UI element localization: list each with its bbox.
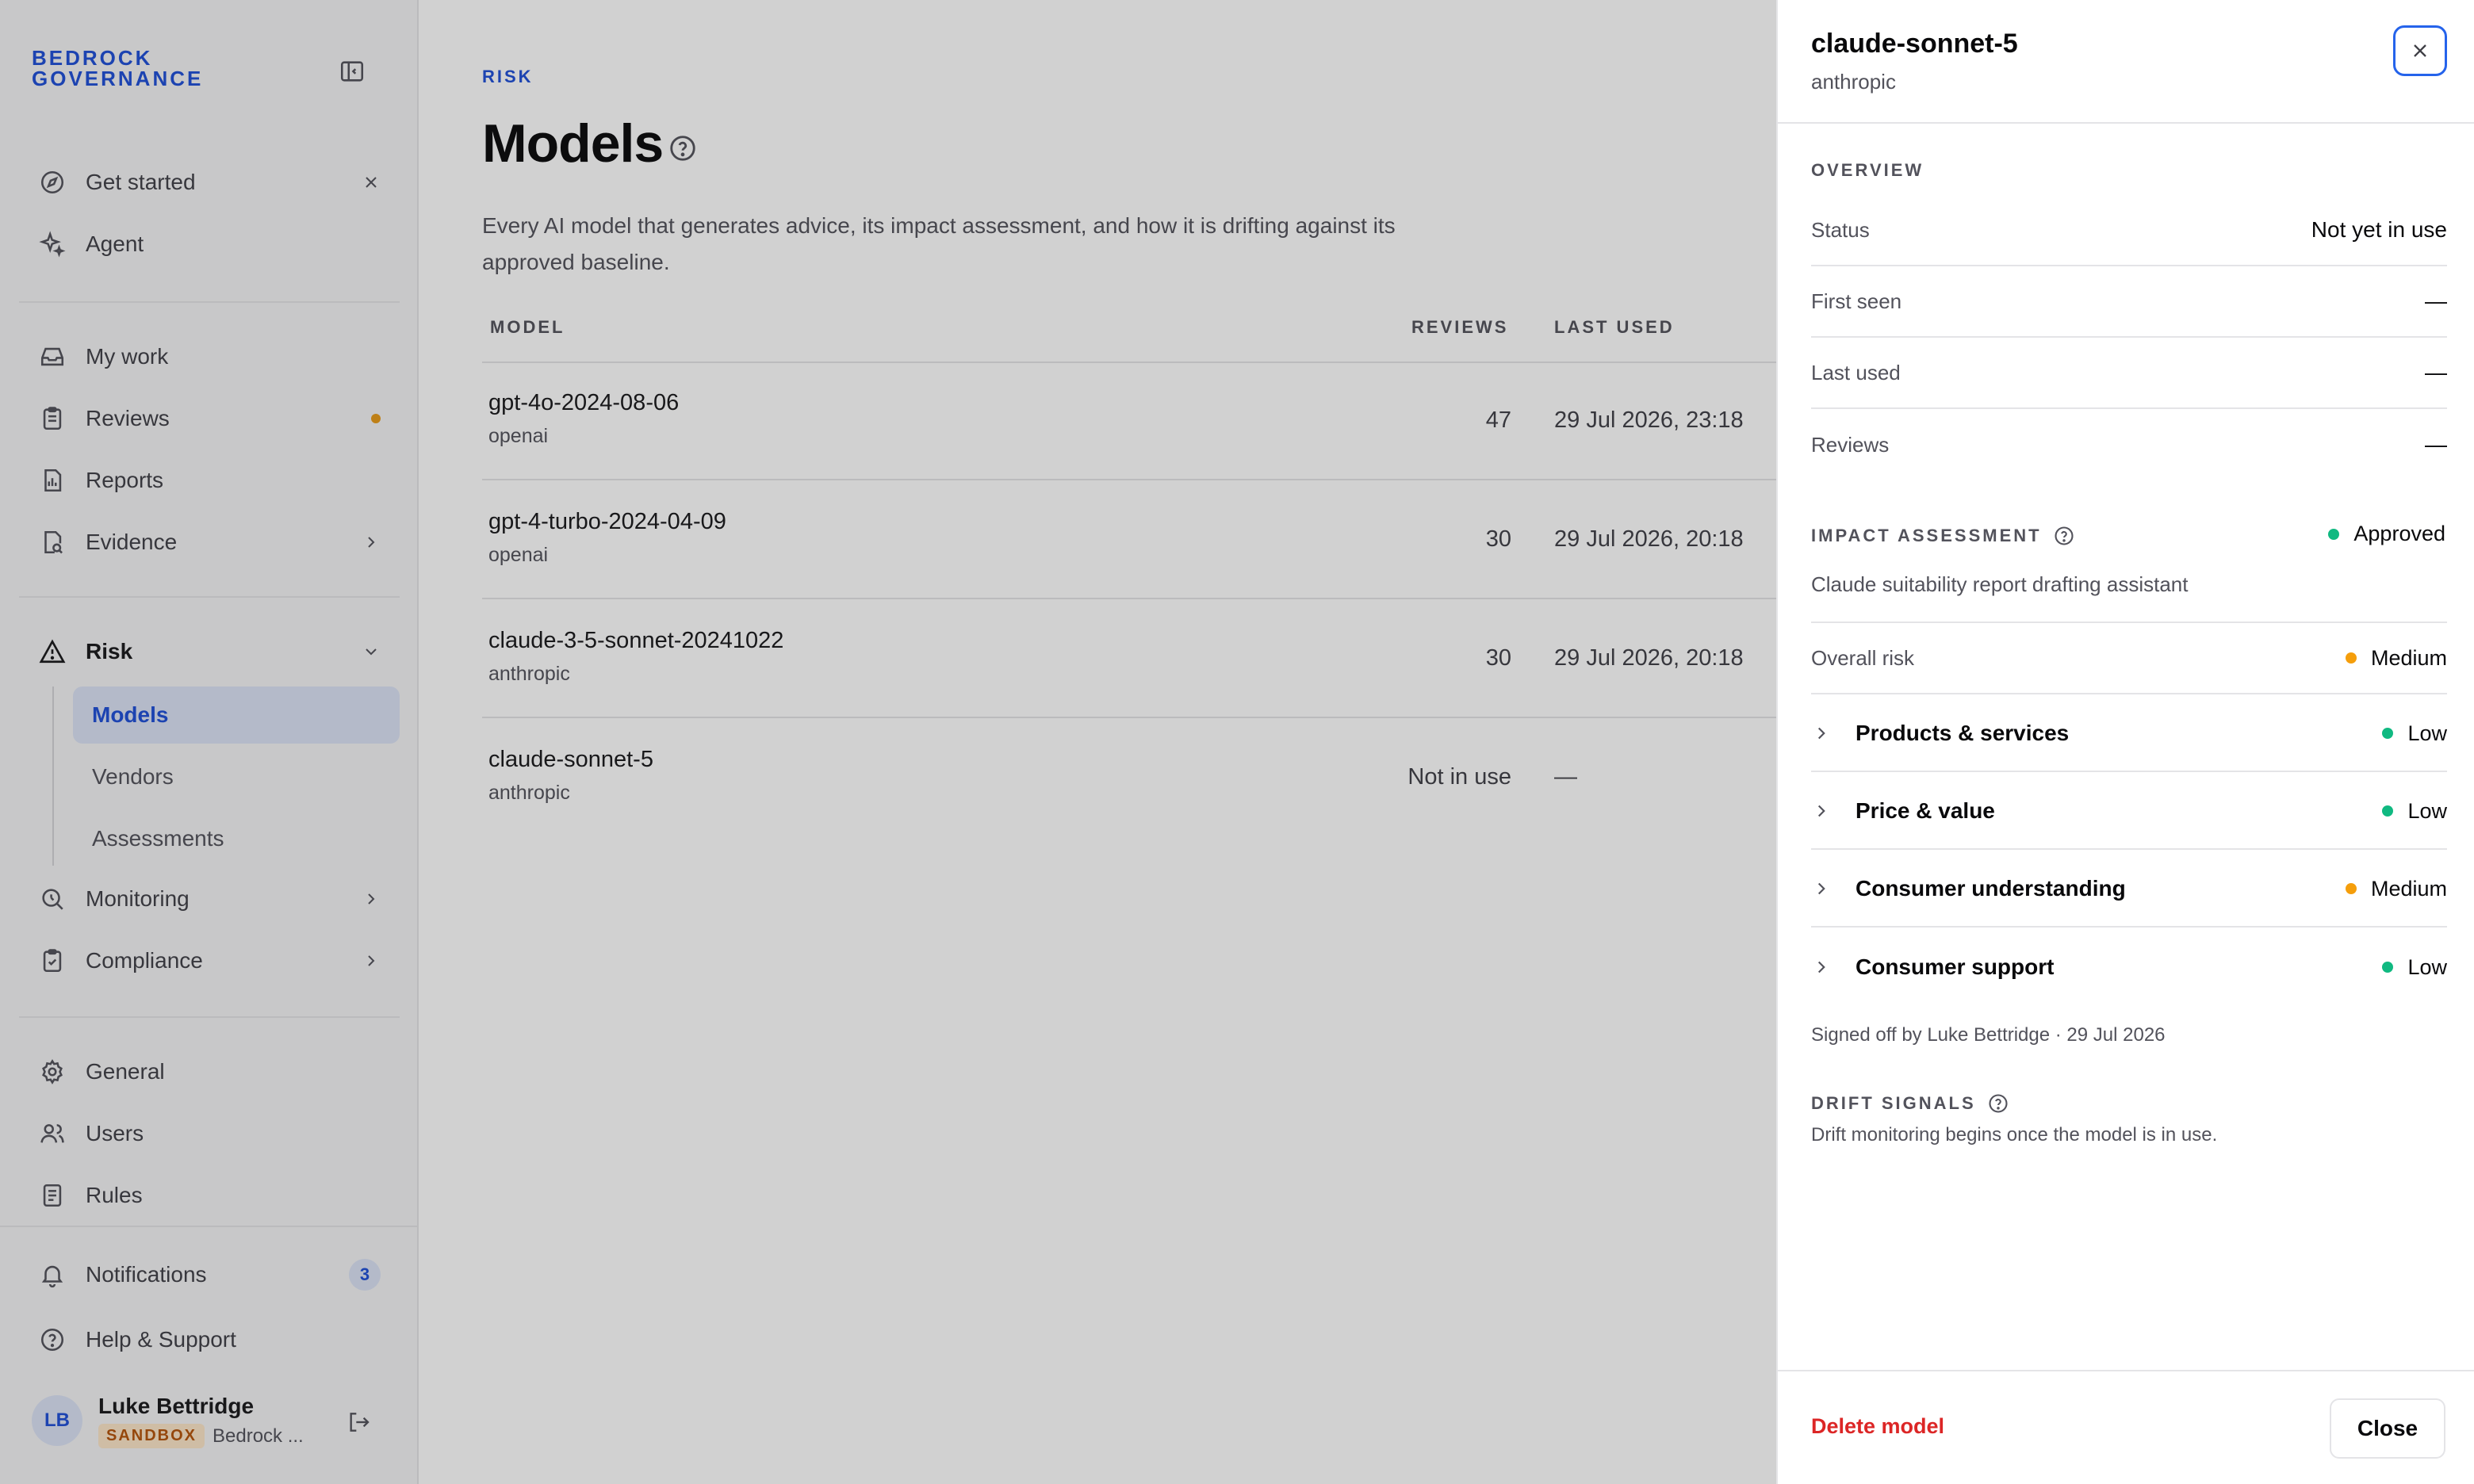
divider bbox=[1778, 122, 2474, 124]
status-dot bbox=[2328, 528, 2340, 540]
risk-item-price-value[interactable]: Price & value Low bbox=[1811, 774, 2447, 850]
drift-description: Drift monitoring begins once the model i… bbox=[1811, 1124, 2218, 1146]
impact-description: Claude suitability report drafting assis… bbox=[1811, 572, 2189, 596]
overview-first-seen: First seen — bbox=[1811, 266, 2447, 338]
impact-status-badge: Approved bbox=[2328, 522, 2445, 546]
help-icon[interactable] bbox=[1987, 1092, 2009, 1115]
drawer-subtitle: anthropic bbox=[1811, 70, 1896, 94]
risk-item-products-services[interactable]: Products & services Low bbox=[1811, 696, 2447, 772]
chevron-right-icon bbox=[1811, 801, 1835, 821]
risk-item-consumer-understanding[interactable]: Consumer understanding Medium bbox=[1811, 851, 2447, 928]
drawer-close-button[interactable] bbox=[2393, 25, 2447, 76]
close-icon bbox=[2414, 44, 2426, 57]
overall-risk: Overall risk Medium bbox=[1811, 623, 2447, 694]
signed-off-text: Signed off by Luke Bettridge · 29 Jul 20… bbox=[1811, 1024, 2166, 1046]
chevron-right-icon bbox=[1811, 878, 1835, 899]
model-detail-drawer: claude-sonnet-5 anthropic OVERVIEW Statu… bbox=[1776, 0, 2474, 1484]
delete-model-button[interactable]: Delete model bbox=[1811, 1414, 1944, 1439]
overview-last-used: Last used — bbox=[1811, 338, 2447, 409]
overview-status: Status Not yet in use bbox=[1811, 195, 2447, 266]
risk-dot bbox=[2382, 962, 2394, 973]
chevron-right-icon bbox=[1811, 723, 1835, 744]
risk-dot bbox=[2345, 883, 2357, 894]
drawer-title: claude-sonnet-5 bbox=[1811, 29, 2018, 59]
overview-label: OVERVIEW bbox=[1811, 160, 1924, 180]
risk-dot bbox=[2345, 652, 2357, 664]
risk-dot bbox=[2382, 805, 2394, 817]
chevron-right-icon bbox=[1811, 957, 1835, 977]
overview-reviews: Reviews — bbox=[1811, 432, 2447, 457]
risk-item-consumer-support[interactable]: Consumer support Low bbox=[1811, 929, 2447, 1005]
impact-assessment-label: IMPACT ASSESSMENT bbox=[1811, 525, 2075, 547]
divider bbox=[1778, 1370, 2474, 1371]
help-icon[interactable] bbox=[2053, 525, 2075, 547]
modal-scrim[interactable] bbox=[0, 0, 1776, 1484]
drift-signals-label: DRIFT SIGNALS bbox=[1811, 1092, 2009, 1115]
risk-dot bbox=[2382, 728, 2394, 739]
close-button[interactable]: Close bbox=[2330, 1398, 2445, 1459]
